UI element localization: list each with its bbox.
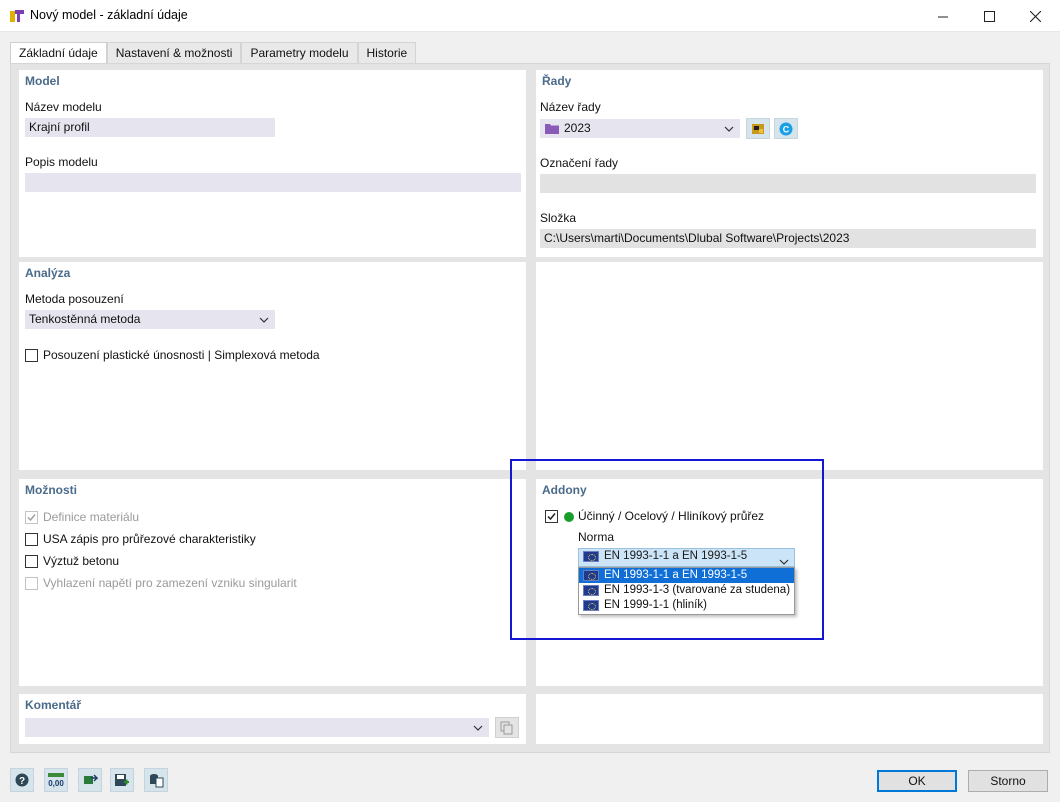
- design-method-value: Tenkostěnná metoda: [29, 312, 141, 326]
- svg-text:?: ?: [19, 776, 25, 787]
- design-method-select[interactable]: Tenkostěnná metoda: [25, 310, 275, 329]
- checkmark-icon: [547, 513, 556, 521]
- options-panel-title: Možnosti: [25, 483, 77, 497]
- checkmark-icon: [27, 514, 36, 522]
- options-panel: Možnosti Definice materiálu USA zápis pr…: [19, 479, 526, 686]
- model-name-label: Název modelu: [25, 100, 102, 114]
- tab-strip: Základní údaje Nastavení & možnosti Para…: [10, 42, 417, 65]
- chevron-down-icon: [259, 310, 269, 329]
- eu-flag-icon: [583, 585, 599, 596]
- addon-status-dot-icon: [564, 512, 574, 522]
- norm-label: Norma: [578, 530, 615, 544]
- norm-option-label: EN 1999-1-1 (hliník): [604, 599, 707, 611]
- close-button[interactable]: [1012, 0, 1058, 32]
- series-manager-button[interactable]: [746, 118, 770, 139]
- save-settings-button[interactable]: [110, 768, 134, 792]
- addon-label: Účinný / Ocelový / Hliníkový průřez: [578, 509, 765, 523]
- cancel-button[interactable]: Storno: [968, 770, 1048, 792]
- close-icon: [1029, 10, 1041, 22]
- plastic-capacity-label: Posouzení plastické únosnosti | Simplexo…: [43, 348, 320, 362]
- series-name-select[interactable]: 2023: [540, 119, 740, 138]
- material-definition-label: Definice materiálu: [43, 510, 140, 524]
- norm-select[interactable]: EN 1993-1-1 a EN 1993-1-5: [578, 548, 795, 567]
- design-method-label: Metoda posouzení: [25, 292, 124, 306]
- save-settings-icon: [115, 774, 129, 786]
- empty-panel-right: [536, 262, 1043, 470]
- chevron-down-icon: [779, 554, 789, 568]
- concrete-reinforcement-label: Výztuž betonu: [43, 554, 120, 568]
- minimize-icon: [937, 16, 948, 17]
- series-name-label: Název řady: [540, 100, 601, 114]
- norm-option-1999-1-1[interactable]: EN 1999-1-1 (hliník): [579, 598, 794, 613]
- norm-option-label: EN 1993-1-3 (tvarované za studena): [604, 584, 791, 596]
- usa-notation-checkbox[interactable]: [25, 533, 38, 546]
- window-title: Nový model - základní údaje: [30, 8, 188, 22]
- app-logo-icon: [10, 10, 24, 22]
- minimize-button[interactable]: [920, 0, 966, 32]
- norm-option-label: EN 1993-1-1 a EN 1993-1-5: [604, 569, 748, 581]
- copy-icon: [500, 721, 513, 734]
- norm-option-1993-1-3[interactable]: EN 1993-1-3 (tvarované za studena): [579, 583, 794, 598]
- library-icon: [150, 774, 164, 788]
- ok-button[interactable]: OK: [877, 770, 957, 792]
- svg-text:C: C: [783, 124, 790, 134]
- export-icon: [84, 774, 98, 784]
- series-folder-label: Složka: [540, 211, 577, 225]
- units-button[interactable]: 0,00: [44, 768, 68, 792]
- title-bar: Nový model - základní údaje: [0, 0, 1060, 32]
- empty-panel-comment-right: [536, 694, 1043, 744]
- comment-panel: Komentář: [19, 694, 526, 744]
- comment-select[interactable]: [25, 718, 489, 737]
- bottom-toolbar: ? 0,00 OK Storno: [0, 760, 1060, 802]
- plastic-capacity-checkbox[interactable]: [25, 349, 38, 362]
- model-description-label: Popis modelu: [25, 155, 98, 169]
- analysis-panel: Analýza Metoda posouzení Tenkostěnná met…: [19, 262, 526, 470]
- eu-flag-icon: [583, 600, 599, 611]
- series-designation-label: Označení řady: [540, 156, 619, 170]
- norm-selected-value: EN 1993-1-1 a EN 1993-1-5: [604, 550, 748, 562]
- series-manager-icon: [752, 123, 764, 134]
- model-panel: Model Název modelu Krajní profil Popis m…: [19, 70, 526, 257]
- model-description-input[interactable]: [25, 173, 521, 192]
- maximize-icon: [983, 10, 995, 22]
- comment-panel-title: Komentář: [25, 698, 82, 712]
- series-folder-input[interactable]: C:\Users\marti\Documents\Dlubal Software…: [540, 229, 1036, 248]
- series-panel: Řady Název řady 2023 C Označení řady Slo…: [536, 70, 1043, 257]
- series-designation-input[interactable]: [540, 174, 1036, 193]
- tab-basic-data[interactable]: Základní údaje: [10, 42, 107, 65]
- export-button[interactable]: [78, 768, 102, 792]
- addon-checkbox[interactable]: [545, 510, 558, 523]
- series-copy-icon: C: [779, 122, 793, 135]
- norm-dropdown-list: EN 1993-1-1 a EN 1993-1-5 EN 1993-1-3 (t…: [578, 567, 795, 615]
- chevron-down-icon: [724, 119, 734, 138]
- usa-notation-label: USA zápis pro průřezové charakteristiky: [43, 532, 256, 546]
- series-name-value: 2023: [564, 121, 591, 135]
- tab-model-parameters[interactable]: Parametry modelu: [241, 42, 358, 64]
- series-copy-button[interactable]: C: [774, 118, 798, 139]
- tab-settings-options[interactable]: Nastavení & možnosti: [106, 42, 242, 64]
- units-icon: 0,00: [48, 773, 64, 788]
- model-panel-title: Model: [25, 74, 60, 88]
- norm-option-1993-1-1[interactable]: EN 1993-1-1 a EN 1993-1-5: [579, 568, 794, 583]
- library-button[interactable]: [144, 768, 168, 792]
- comment-library-button[interactable]: [495, 717, 519, 738]
- chevron-down-icon: [473, 718, 483, 737]
- folder-icon: [545, 124, 559, 134]
- model-name-input[interactable]: Krajní profil: [25, 118, 275, 137]
- help-icon: ?: [15, 773, 29, 787]
- stress-smoothing-checkbox[interactable]: [25, 577, 38, 590]
- material-definition-checkbox[interactable]: [25, 511, 38, 524]
- maximize-button[interactable]: [966, 0, 1012, 32]
- series-panel-title: Řady: [542, 74, 572, 88]
- svg-text:0,00: 0,00: [48, 779, 64, 788]
- tab-content: Model Název modelu Krajní profil Popis m…: [10, 63, 1050, 753]
- concrete-reinforcement-checkbox[interactable]: [25, 555, 38, 568]
- help-button[interactable]: ?: [10, 768, 34, 792]
- tab-history[interactable]: Historie: [357, 42, 417, 64]
- eu-flag-icon: [583, 570, 599, 581]
- eu-flag-icon: [583, 551, 599, 562]
- analysis-panel-title: Analýza: [25, 266, 71, 280]
- stress-smoothing-label: Vyhlazení napětí pro zamezení vzniku sin…: [43, 576, 297, 590]
- addons-panel-title: Addony: [542, 483, 587, 497]
